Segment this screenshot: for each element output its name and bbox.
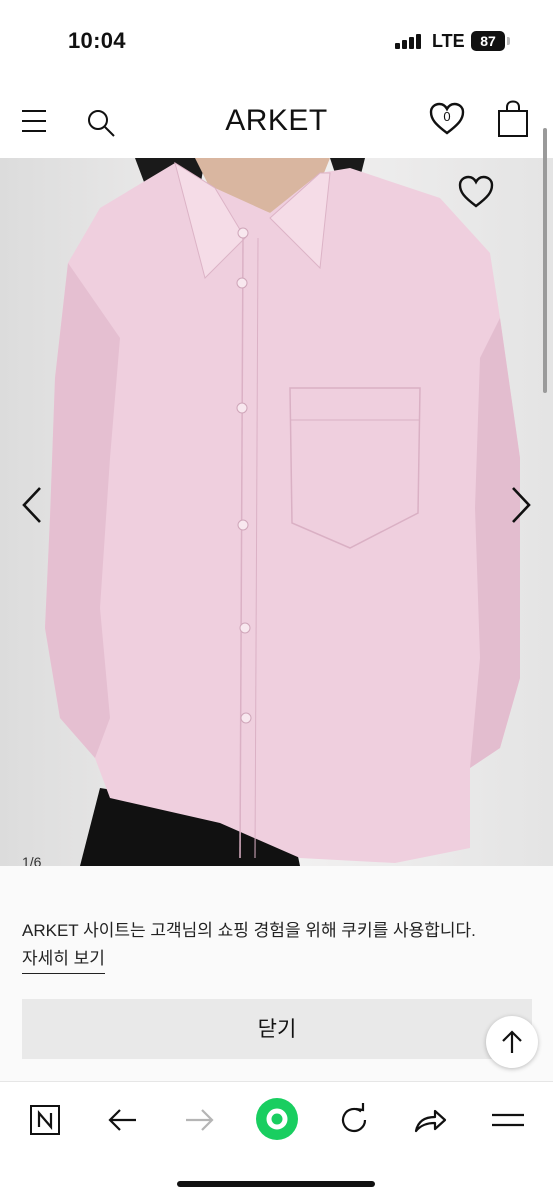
product-image[interactable] xyxy=(0,158,553,866)
cookie-more-link[interactable]: 자세히 보기 xyxy=(22,944,105,974)
up-arrow-icon xyxy=(502,1030,522,1053)
next-image-chevron-icon[interactable] xyxy=(509,485,533,525)
battery-tip xyxy=(507,37,510,45)
reload-icon[interactable] xyxy=(334,1100,374,1140)
naver-n-icon[interactable] xyxy=(26,1100,66,1140)
cookie-close-button[interactable]: 닫기 xyxy=(22,999,532,1059)
site-header: ARKET 0 xyxy=(0,82,553,158)
green-circle-icon[interactable] xyxy=(254,1096,300,1142)
wishlist-heart-icon[interactable]: 0 xyxy=(429,102,465,136)
scroll-to-top-button[interactable] xyxy=(486,1016,538,1068)
forward-arrow-icon[interactable] xyxy=(180,1100,220,1140)
brand-logo[interactable]: ARKET xyxy=(0,104,553,138)
home-indicator[interactable] xyxy=(177,1181,375,1187)
menu-lines-icon[interactable] xyxy=(488,1100,528,1140)
signal-icon xyxy=(395,33,425,49)
page-scrollbar[interactable] xyxy=(543,128,547,393)
shirt-photo xyxy=(0,158,553,866)
status-time: 10:04 xyxy=(68,28,126,53)
cookie-banner: ARKET 사이트는 고객님의 쇼핑 경험을 위해 쿠키를 사용합니다. 자세히… xyxy=(0,866,553,1081)
status-bar: 10:04 LTE 87 xyxy=(0,0,553,82)
wishlist-count: 0 xyxy=(443,109,451,124)
back-arrow-icon[interactable] xyxy=(102,1100,142,1140)
add-to-wishlist-heart-icon[interactable] xyxy=(457,174,495,210)
previous-image-chevron-icon[interactable] xyxy=(20,485,44,525)
battery-icon: 87 xyxy=(471,31,505,51)
shopping-bag-icon[interactable] xyxy=(496,100,530,138)
cookie-message: ARKET 사이트는 고객님의 쇼핑 경험을 위해 쿠키를 사용합니다. xyxy=(22,921,476,940)
share-icon[interactable] xyxy=(410,1100,450,1140)
network-label: LTE xyxy=(432,31,465,51)
